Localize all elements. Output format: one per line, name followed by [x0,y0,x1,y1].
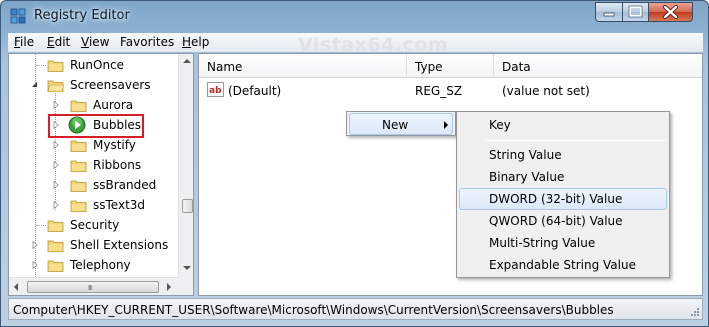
context-menu: New [346,111,456,136]
column-header-name[interactable]: Name [207,60,242,74]
tree-item-mystify[interactable]: Mystify [9,135,179,155]
expand-arrow-icon[interactable] [52,181,60,189]
menu-item-key[interactable]: Key [459,114,667,136]
scroll-corner [178,277,193,295]
expand-arrow-icon[interactable] [52,141,60,149]
minimize-button[interactable] [595,2,623,22]
menu-item-string-value[interactable]: String Value [459,144,667,166]
title-bar[interactable]: Registry Editor [1,1,708,31]
registry-tree[interactable]: RunOnce Screensavers Aurora Bubbles Myst… [8,53,194,296]
registry-editor-window: Registry Editor File Edit View Favorites… [0,0,709,327]
folder-icon [70,200,87,212]
new-submenu: Key String Value Binary Value DWORD (32-… [456,111,670,278]
folder-icon [47,240,64,252]
tree-item-aurora[interactable]: Aurora [9,95,179,115]
folder-icon [70,180,87,192]
menu-view[interactable]: View [81,35,109,49]
list-row[interactable]: ab (Default) REG_SZ (value not set) [199,79,702,99]
minimize-icon [603,12,615,17]
tree-item-sstext3d[interactable]: ssText3d [9,195,179,215]
scroll-left-icon[interactable] [14,283,18,291]
folder-icon [70,160,87,172]
expand-arrow-icon[interactable] [52,101,60,109]
maximize-button[interactable] [622,2,649,22]
expand-arrow-icon[interactable] [52,161,60,169]
expand-arrow-icon[interactable] [31,241,39,249]
tree-vertical-scrollbar[interactable] [178,54,193,277]
folder-icon [70,140,87,152]
expand-arrow-icon[interactable] [31,261,39,269]
string-value-icon: ab [207,82,224,97]
column-header-data[interactable]: Data [502,60,531,74]
tree-item-shell-extensions[interactable]: Shell Extensions [9,235,179,255]
menu-edit[interactable]: Edit [47,35,70,49]
tree-horizontal-scroll-thumb[interactable]: III [27,281,159,293]
menu-item-new[interactable]: New [349,113,453,135]
tree-item-ssbranded[interactable]: ssBranded [9,175,179,195]
column-divider[interactable] [493,54,494,78]
submenu-arrow-icon [444,121,448,129]
svg-text:ab: ab [209,86,222,96]
tree-item-security[interactable]: Security [9,215,179,235]
tree-horizontal-scrollbar[interactable]: III [9,277,178,295]
window-title: Registry Editor [34,8,130,23]
menu-item-expandable-string-value[interactable]: Expandable String Value [459,254,667,276]
value-name: (Default) [228,84,282,98]
tree-item-screensavers[interactable]: Screensavers [9,75,179,95]
registry-path: Computer\HKEY_CURRENT_USER\Software\Micr… [13,303,614,317]
menu-help[interactable]: Help [182,35,209,49]
menu-item-binary-value[interactable]: Binary Value [459,166,667,188]
maximize-icon [628,5,643,18]
column-header-type[interactable]: Type [415,60,443,74]
highlight-box [48,114,144,138]
menu-file[interactable]: File [14,35,34,49]
collapse-arrow-icon[interactable] [31,81,39,89]
close-button[interactable] [648,2,693,22]
tree-vertical-scroll-thumb[interactable] [182,199,193,213]
value-type: REG_SZ [415,84,463,98]
registry-editor-icon [10,8,26,24]
value-data: (value not set) [502,84,590,98]
status-bar: Computer\HKEY_CURRENT_USER\Software\Micr… [8,298,703,320]
menu-separator [485,140,667,141]
expand-arrow-icon[interactable] [52,201,60,209]
scroll-up-icon[interactable] [183,59,191,63]
close-icon [663,5,678,19]
menu-favorites[interactable]: Favorites [120,35,174,49]
scroll-grip: III [88,284,92,292]
list-header: Name Type Data [199,54,702,78]
folder-icon [47,220,64,232]
menu-item-qword-value[interactable]: QWORD (64-bit) Value [459,210,667,232]
scroll-right-icon[interactable] [167,283,171,291]
tree-item-ribbons[interactable]: Ribbons [9,155,179,175]
resize-grip-icon[interactable] [690,307,700,317]
folder-open-icon [47,80,64,92]
scroll-down-icon[interactable] [183,266,191,270]
tree-item-runonce[interactable]: RunOnce [9,55,179,75]
tree-item-telephony[interactable]: Telephony [9,255,179,275]
menu-item-dword-value[interactable]: DWORD (32-bit) Value [459,188,667,210]
folder-icon [47,260,64,272]
folder-icon [47,60,64,72]
folder-icon [70,100,87,112]
menu-item-multi-string-value[interactable]: Multi-String Value [459,232,667,254]
column-divider[interactable] [406,54,407,78]
